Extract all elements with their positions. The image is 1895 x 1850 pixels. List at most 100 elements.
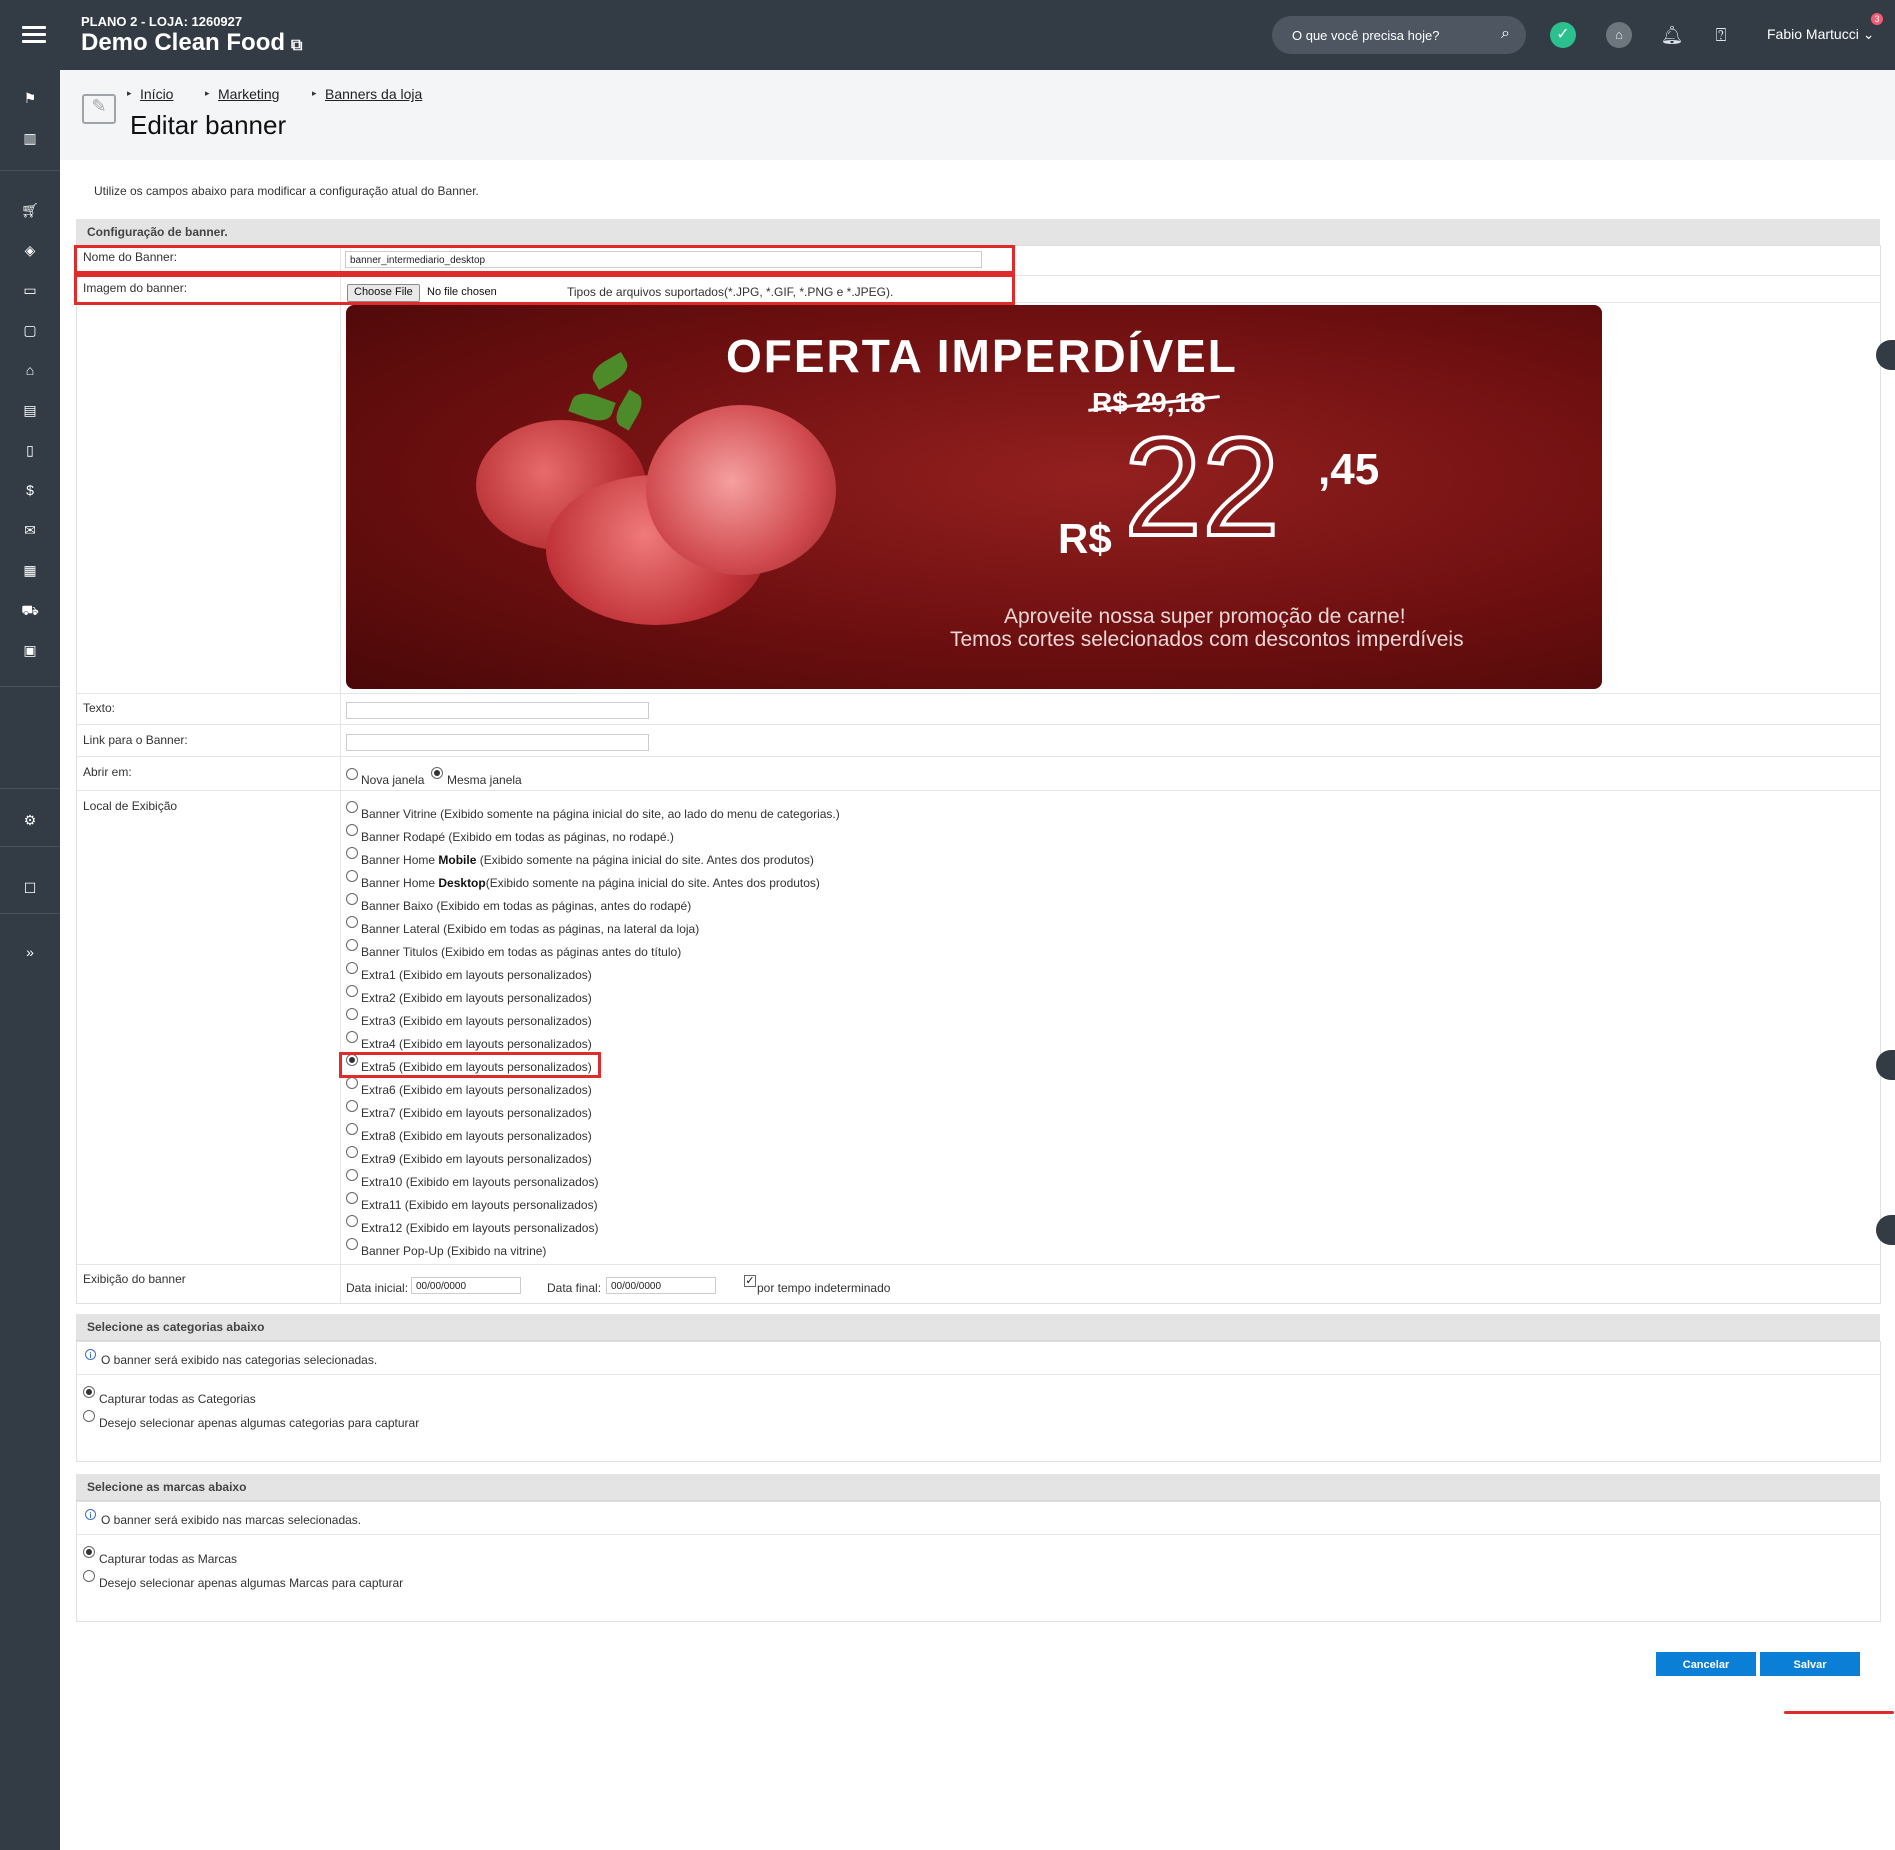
radio-some-categories[interactable]	[83, 1410, 95, 1422]
search-icon[interactable]: ⌕	[1501, 25, 1510, 43]
radio-location-16[interactable]	[346, 1146, 358, 1158]
chart-icon[interactable]: ▥	[18, 130, 42, 150]
location-option-label: Extra2 (Exibido em layouts personalizado…	[361, 991, 592, 1005]
bag-icon[interactable]: ▣	[18, 642, 42, 662]
categories-panel: i O banner será exibido nas categorias s…	[76, 1341, 1881, 1462]
breadcrumb-marketing[interactable]: Marketing	[218, 86, 279, 102]
cancel-button[interactable]: Cancelar	[1656, 1652, 1756, 1676]
cart-icon[interactable]: 🛒︎	[18, 202, 42, 222]
location-description: (Exibido em todas as páginas antes do tí…	[437, 945, 682, 959]
radio-location-11[interactable]	[346, 1031, 358, 1043]
location-description: (Exibido em todas as páginas, antes do r…	[433, 899, 692, 913]
start-date-input[interactable]: 00/00/0000	[411, 1277, 521, 1294]
text-input[interactable]	[346, 702, 649, 719]
save-button[interactable]: Salvar	[1760, 1652, 1860, 1676]
indefinite-checkbox[interactable]: ✓	[744, 1275, 756, 1287]
location-name: Extra10	[361, 1175, 403, 1189]
location-description: (Exibido somente na página inicial do si…	[476, 853, 814, 867]
layout-icon[interactable]: ▤	[18, 402, 42, 422]
expand-icon[interactable]: »	[18, 944, 42, 964]
location-description: (Exibido em layouts personalizados)	[395, 1129, 592, 1143]
truck-icon[interactable]: ⛟	[18, 602, 42, 622]
location-option-label: Banner Lateral (Exibido em todas as pági…	[361, 922, 699, 936]
location-option-label: Extra9 (Exibido em layouts personalizado…	[361, 1152, 592, 1166]
banner-config-form: Nome do Banner: banner_intermediario_des…	[76, 245, 1881, 1304]
money-icon[interactable]: $	[18, 482, 42, 502]
radio-location-4[interactable]	[346, 870, 358, 882]
radio-location-20[interactable]	[346, 1238, 358, 1250]
radio-all-brands[interactable]	[83, 1546, 95, 1558]
location-description: (Exibido na vitrine)	[443, 1244, 547, 1258]
hamburger-menu-icon[interactable]	[22, 26, 46, 44]
banner-text-line1: Aproveite nossa super promoção de carne!	[1004, 605, 1406, 628]
user-menu[interactable]: Fabio Martucci ⌄	[1767, 26, 1874, 43]
radio-same-window[interactable]	[431, 767, 443, 779]
flag-icon[interactable]: ⚑	[18, 90, 42, 110]
open-in-label: Abrir em:	[83, 765, 132, 779]
page-header: ✎ ▸ Início ▸ Marketing ▸ Banners da loja…	[60, 70, 1895, 160]
location-description: (Exibido somente na página inicial do si…	[436, 807, 840, 821]
help-icon[interactable]: ⍰	[1708, 22, 1734, 48]
indefinite-label: por tempo indeterminado	[757, 1281, 891, 1295]
mail-icon[interactable]: ✉	[18, 522, 42, 542]
gear-icon[interactable]: ⚙	[18, 812, 42, 832]
radio-location-17[interactable]	[346, 1169, 358, 1181]
end-date-input[interactable]: 00/00/0000	[606, 1277, 716, 1294]
location-description: (Exibido em layouts personalizados)	[395, 1152, 592, 1166]
radio-location-6[interactable]	[346, 916, 358, 928]
breadcrumb-inicio[interactable]: Início	[140, 86, 173, 102]
radio-some-brands[interactable]	[83, 1570, 95, 1582]
feedback-icon[interactable]: ☐	[18, 880, 42, 900]
categories-heading-text: Selecione as categorias abaixo	[87, 1320, 265, 1334]
location-option-label: Banner Vitrine (Exibido somente na págin…	[361, 807, 840, 821]
radio-location-18[interactable]	[346, 1192, 358, 1204]
row-divider	[77, 1374, 1880, 1375]
search-input[interactable]: O que você precisa hoje?	[1292, 28, 1439, 43]
radio-location-5[interactable]	[346, 893, 358, 905]
radio-location-13[interactable]	[346, 1077, 358, 1089]
monitor-icon[interactable]: ▢	[18, 322, 42, 342]
document-icon[interactable]: ▦	[18, 562, 42, 582]
breadcrumb-banners[interactable]: Banners da loja	[325, 86, 422, 102]
location-description: (Exibido em layouts personalizados)	[395, 1014, 592, 1028]
radio-location-2[interactable]	[346, 824, 358, 836]
radio-all-categories[interactable]	[83, 1386, 95, 1398]
location-option-label: Extra1 (Exibido em layouts personalizado…	[361, 968, 592, 982]
user-name: Fabio Martucci	[1767, 26, 1859, 42]
location-description: (Exibido somente na página inicial do si…	[485, 876, 820, 890]
bank-icon[interactable]: ⌂	[1606, 22, 1632, 48]
radio-location-14[interactable]	[346, 1100, 358, 1112]
highlight-box	[74, 245, 1015, 274]
external-link-icon[interactable]: ⧉	[291, 37, 302, 54]
location-option-label: Extra3 (Exibido em layouts personalizado…	[361, 1014, 592, 1028]
row-divider	[77, 756, 1880, 757]
location-option-label: Banner Titulos (Exibido em todas as pági…	[361, 945, 681, 959]
location-description: (Exibido em layouts personalizados)	[402, 1175, 599, 1189]
radio-new-window[interactable]	[346, 768, 358, 780]
radio-location-19[interactable]	[346, 1215, 358, 1227]
tag-icon[interactable]: ◈	[18, 242, 42, 262]
intro-text: Utilize os campos abaixo para modificar …	[94, 184, 479, 198]
same-window-label: Mesma janela	[447, 773, 522, 787]
radio-location-8[interactable]	[346, 962, 358, 974]
location-description: (Exibido em todas as páginas, no rodapé.…	[445, 830, 674, 844]
radio-location-7[interactable]	[346, 939, 358, 951]
home-icon[interactable]: ⌂	[18, 362, 42, 382]
check-status-icon[interactable]: ✓	[1550, 22, 1576, 48]
link-input[interactable]	[346, 734, 649, 751]
mobile-icon[interactable]: ▯	[18, 442, 42, 462]
search-bar[interactable]: O que você precisa hoje? ⌕	[1272, 16, 1526, 54]
radio-location-15[interactable]	[346, 1123, 358, 1135]
all-categories-label: Capturar todas as Categorias	[99, 1392, 256, 1406]
end-date-label: Data final:	[547, 1281, 602, 1295]
radio-location-1[interactable]	[346, 801, 358, 813]
radio-location-10[interactable]	[346, 1008, 358, 1020]
radio-location-3[interactable]	[346, 847, 358, 859]
bell-icon[interactable]: 🔔︎	[1659, 22, 1685, 48]
location-option-label: Banner Pop-Up (Exibido na vitrine)	[361, 1244, 546, 1258]
location-name: Banner Pop-Up	[361, 1244, 444, 1258]
tv-icon[interactable]: ▭	[18, 282, 42, 302]
breadcrumb-arrow-icon: ▸	[127, 88, 132, 98]
store-name[interactable]: Demo Clean Food ⧉	[81, 29, 302, 57]
radio-location-9[interactable]	[346, 985, 358, 997]
